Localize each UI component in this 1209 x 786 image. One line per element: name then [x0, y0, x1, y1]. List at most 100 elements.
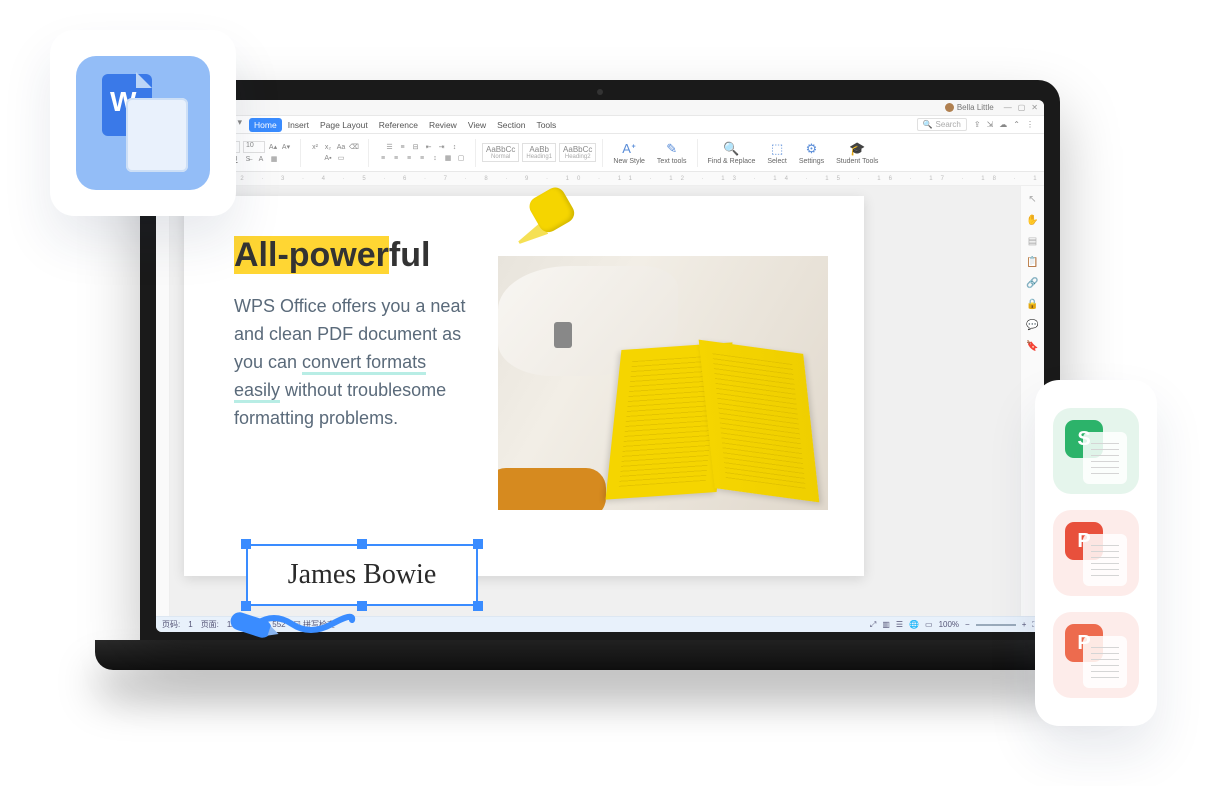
- signature-text-box[interactable]: James Bowie: [246, 544, 478, 606]
- borders-button[interactable]: ▢: [456, 153, 466, 163]
- settings-button[interactable]: ⚙ Settings: [795, 141, 828, 165]
- text-tools-button[interactable]: ✎ Text tools: [653, 141, 691, 165]
- hand-tool-icon[interactable]: ✋: [1026, 215, 1038, 226]
- highlight-button[interactable]: ▦: [269, 154, 279, 164]
- close-window-button[interactable]: ✕: [1031, 103, 1038, 112]
- signature-text[interactable]: James Bowie: [288, 559, 437, 591]
- bookmark-icon[interactable]: 🔖: [1026, 341, 1038, 352]
- align-right-button[interactable]: ≡: [404, 153, 414, 163]
- multilevel-list-button[interactable]: ⊟: [411, 142, 421, 152]
- menubar: ☰ 🖫 🖨 📄 ↶ ↷ ▾ Home Insert Page Layout Re…: [156, 116, 1044, 134]
- number-list-button[interactable]: ≡: [398, 142, 408, 152]
- decrease-indent-button[interactable]: ⇤: [424, 142, 434, 152]
- resize-handle-tl[interactable]: [241, 539, 251, 549]
- align-center-button[interactable]: ≡: [391, 153, 401, 163]
- new-style-button[interactable]: Aᐩ New Style: [609, 141, 649, 165]
- spreadsheet-app-icon[interactable]: S: [1053, 408, 1139, 494]
- resize-handle-bl[interactable]: [241, 601, 251, 611]
- grow-font-button[interactable]: A▴: [268, 142, 278, 152]
- resize-handle-tr[interactable]: [473, 539, 483, 549]
- highlighter-graphic: [498, 186, 584, 262]
- superscript-button[interactable]: x²: [310, 142, 320, 152]
- export-icon[interactable]: ⇲: [987, 120, 994, 129]
- resize-handle-br[interactable]: [473, 601, 483, 611]
- tab-page-layout[interactable]: Page Layout: [315, 118, 373, 132]
- share-icon[interactable]: ⇪: [974, 120, 981, 129]
- tab-review[interactable]: Review: [424, 118, 462, 132]
- page[interactable]: All-powerful WPS Office offers you a nea…: [184, 196, 864, 576]
- sort-button[interactable]: ↕: [450, 142, 460, 152]
- reading-view-icon[interactable]: ▭: [925, 620, 933, 629]
- minimize-button[interactable]: —: [1004, 103, 1012, 112]
- vertical-ruler[interactable]: [156, 186, 170, 616]
- search-box[interactable]: 🔍 Search: [917, 118, 967, 131]
- style-heading1[interactable]: AaBb Heading1: [522, 143, 556, 162]
- tab-section[interactable]: Section: [492, 118, 530, 132]
- select-button[interactable]: ⬚ Select: [763, 141, 790, 165]
- bullet-list-button[interactable]: ☰: [385, 142, 395, 152]
- font-color-button[interactable]: A: [256, 154, 266, 164]
- user-account[interactable]: Bella Little: [945, 103, 994, 112]
- maximize-button[interactable]: ▢: [1018, 103, 1026, 112]
- zoom-out-button[interactable]: −: [965, 620, 970, 629]
- char-shading-button[interactable]: A▪: [323, 153, 333, 163]
- cursor-tool-icon[interactable]: ↖: [1028, 194, 1036, 205]
- layers-icon[interactable]: ▤: [1028, 236, 1037, 247]
- link-icon[interactable]: 🔗: [1026, 278, 1038, 289]
- horizontal-ruler[interactable]: · 1 · 2 · 3 · 4 · 5 · 6 · 7 · 8 · 9 · 10…: [156, 172, 1044, 186]
- style-heading2[interactable]: AaBbCc Heading2: [559, 143, 596, 162]
- style-normal[interactable]: AaBbCc Normal: [482, 143, 519, 162]
- find-replace-button[interactable]: 🔍 Find & Replace: [704, 141, 760, 165]
- writer-app-card[interactable]: W: [50, 30, 236, 216]
- ribbon: 📋 ▾ 10 A▴ A▾ B I U S̶ A: [156, 134, 1044, 172]
- strike-button[interactable]: S̶: [243, 154, 253, 164]
- subscript-button[interactable]: x₂: [323, 142, 333, 152]
- student-tools-button[interactable]: 🎓 Student Tools: [832, 141, 882, 165]
- justify-button[interactable]: ≡: [417, 153, 427, 163]
- document-image[interactable]: [498, 256, 828, 510]
- zoom-value[interactable]: 100%: [939, 620, 959, 629]
- print-layout-icon[interactable]: ▥: [882, 620, 890, 629]
- search-placeholder: Search: [936, 120, 961, 129]
- tab-reference[interactable]: Reference: [374, 118, 423, 132]
- zoom-slider[interactable]: [976, 624, 1016, 626]
- increase-indent-button[interactable]: ⇥: [437, 142, 447, 152]
- lock-icon[interactable]: 🔒: [1026, 299, 1038, 310]
- tab-insert[interactable]: Insert: [283, 118, 314, 132]
- fit-width-icon[interactable]: ⤢: [870, 620, 876, 630]
- tab-tools[interactable]: Tools: [531, 118, 561, 132]
- comment-icon[interactable]: 💬: [1026, 320, 1038, 331]
- document-headline[interactable]: All-powerful: [234, 236, 430, 275]
- page-number-value[interactable]: 1: [188, 620, 192, 629]
- web-layout-icon[interactable]: 🌐: [909, 620, 919, 629]
- resize-handle-bm[interactable]: [357, 601, 367, 611]
- collapse-ribbon-icon[interactable]: ⌃: [1013, 120, 1020, 129]
- cloud-icon[interactable]: ☁: [999, 120, 1007, 129]
- tab-home[interactable]: Home: [249, 118, 282, 132]
- shrink-font-button[interactable]: A▾: [281, 142, 291, 152]
- char-border-button[interactable]: ▭: [336, 153, 346, 163]
- more-icon[interactable]: ⋮: [1026, 120, 1034, 129]
- presentation-app-icon[interactable]: P: [1053, 612, 1139, 698]
- qat-dropdown-icon[interactable]: ▾: [238, 117, 243, 133]
- resize-handle-tm[interactable]: [357, 539, 367, 549]
- line-spacing-button[interactable]: ↕: [430, 153, 440, 163]
- align-left-button[interactable]: ≡: [378, 153, 388, 163]
- writer-icon: W: [76, 56, 210, 190]
- tab-view[interactable]: View: [463, 118, 491, 132]
- styles-gallery[interactable]: AaBbCc Normal AaBb Heading1 AaBbCc Headi…: [482, 143, 596, 162]
- outline-view-icon[interactable]: ☰: [896, 620, 903, 629]
- clipboard-icon[interactable]: 📋: [1026, 257, 1038, 268]
- pdf-app-icon[interactable]: P: [1053, 510, 1139, 596]
- clear-format-button[interactable]: ⌫: [349, 142, 359, 152]
- shading-button[interactable]: ▦: [443, 153, 453, 163]
- titlebar: × + Bella Little — ▢ ✕: [156, 100, 1044, 116]
- font-size-select[interactable]: 10: [243, 141, 265, 153]
- student-icon: 🎓: [849, 141, 865, 157]
- window-controls: — ▢ ✕: [1004, 103, 1038, 112]
- case-button[interactable]: Aa: [336, 142, 346, 152]
- laptop-base: [95, 640, 1105, 670]
- document-body[interactable]: WPS Office offers you a neat and clean P…: [234, 293, 469, 432]
- avatar: [945, 103, 954, 112]
- zoom-in-button[interactable]: +: [1022, 620, 1027, 629]
